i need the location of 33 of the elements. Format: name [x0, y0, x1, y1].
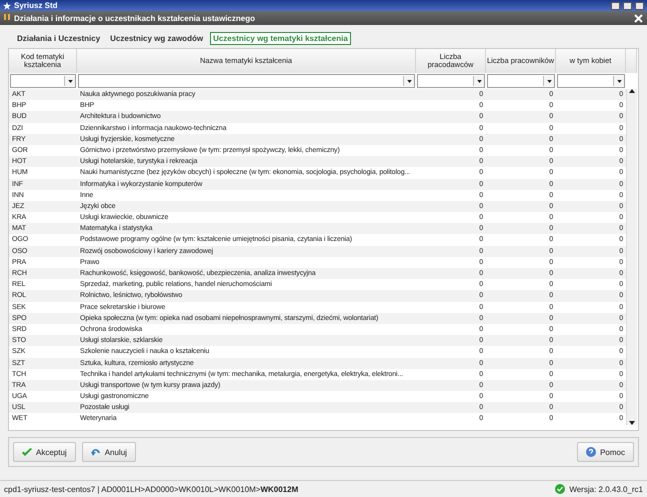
- checkmark-icon: [22, 448, 32, 456]
- accept-button[interactable]: Akceptuj: [13, 442, 76, 462]
- help-icon: [586, 447, 596, 457]
- minimize-button[interactable]: [611, 2, 620, 10]
- filter-field[interactable]: [557, 74, 625, 88]
- dialog-title: Działania i informacje o uczestnikach kształcenia ustawicznego: [14, 14, 256, 22]
- tab[interactable]: Działania i Uczestnicy: [14, 32, 104, 44]
- dropdown-arrow-icon: [546, 80, 552, 82]
- tab[interactable]: Uczestnicy wg tematyki kształcenia: [210, 32, 351, 44]
- maximize-button[interactable]: [623, 2, 632, 10]
- undo-arrow-icon: [90, 448, 101, 456]
- cancel-button[interactable]: Anuluj: [82, 442, 136, 462]
- close-button[interactable]: [635, 2, 644, 10]
- filter-field[interactable]: [78, 74, 415, 88]
- filter-field[interactable]: [10, 74, 76, 88]
- tab[interactable]: Uczestnicy wg zawodów: [107, 32, 206, 44]
- scroll-down-arrow-icon[interactable]: [629, 420, 635, 425]
- dropdown-arrow-icon: [406, 80, 412, 82]
- breadcrumb-path: cpd1-syriusz-test-centos7 | AD0001LH>AD0000>WK0010L>WK0010M>WK0012M: [4, 484, 300, 494]
- window-title: Syriusz Std: [14, 1, 59, 10]
- scroll-up-arrow-icon[interactable]: [629, 89, 635, 93]
- dropdown-arrow-icon: [476, 80, 482, 82]
- star-icon: [3, 2, 11, 10]
- close-icon[interactable]: [634, 14, 643, 22]
- dropdown-arrow-icon: [68, 80, 72, 82]
- version-label: Wersja: 2.0.43.0_rc1: [569, 484, 643, 494]
- filter-field[interactable]: [417, 74, 485, 88]
- check-circle-icon: [555, 484, 566, 494]
- app-icon: [4, 14, 10, 22]
- filter-field[interactable]: [487, 74, 555, 88]
- dropdown-arrow-icon: [616, 80, 622, 82]
- scrollbar[interactable]: [626, 89, 637, 425]
- help-button[interactable]: Pomoc: [577, 442, 634, 462]
